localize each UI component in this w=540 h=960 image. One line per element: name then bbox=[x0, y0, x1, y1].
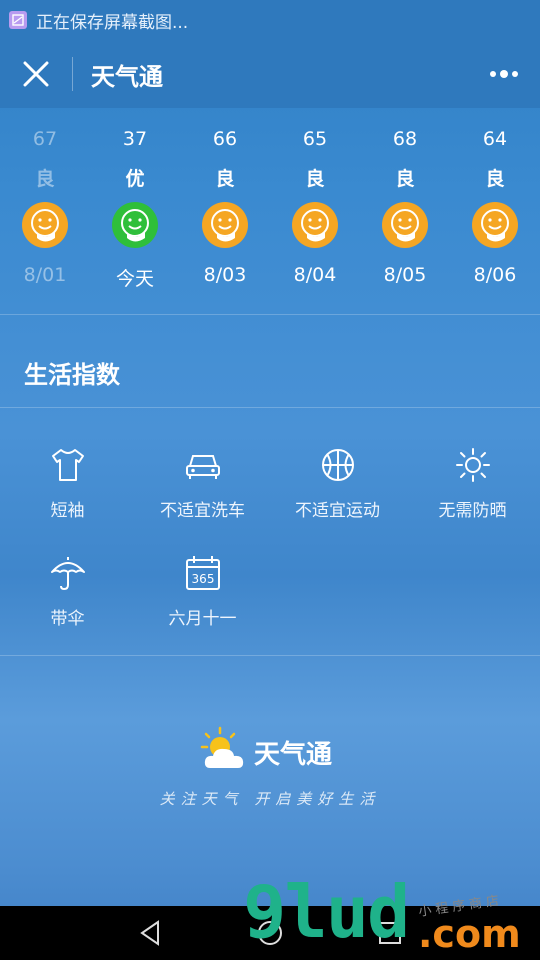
calendar-icon: 365 bbox=[184, 554, 222, 592]
forecast-date: 今天 bbox=[115, 268, 154, 290]
divider bbox=[0, 655, 540, 656]
basketball-icon bbox=[319, 446, 357, 484]
aqi-level: 良 bbox=[485, 168, 505, 190]
more-dot bbox=[490, 71, 496, 77]
brand-slogan: 关注天气 开启美好生活 bbox=[159, 790, 381, 808]
aqi-value: 37 bbox=[122, 128, 148, 150]
life-index-label: 不适宜洗车 bbox=[160, 501, 245, 521]
life-index-label: 不适宜运动 bbox=[295, 501, 380, 521]
air-quality-face-icon bbox=[22, 202, 68, 248]
weather-logo-icon bbox=[200, 726, 244, 768]
aqi-forecast: 67 良 8/01 37 优今天 66 良 8/03 65 良 8/04 68 良 8/05 64 良 8/06 bbox=[0, 108, 540, 314]
life-index-label: 带伞 bbox=[50, 609, 85, 629]
aqi-value: 66 bbox=[212, 128, 238, 150]
forecast-date: 8/01 bbox=[23, 264, 67, 286]
aqi-value: 64 bbox=[482, 128, 508, 150]
life-index-label: 短袖 bbox=[50, 501, 85, 521]
air-quality-face-icon bbox=[112, 202, 158, 248]
life-index-label: 六月十一 bbox=[168, 609, 237, 629]
tshirt-icon bbox=[49, 446, 87, 484]
air-quality-face-icon bbox=[382, 202, 428, 248]
air-quality-face-icon bbox=[202, 202, 248, 248]
close-button[interactable] bbox=[0, 40, 72, 108]
aqi-value: 68 bbox=[392, 128, 418, 150]
status-bar: 正在保存屏幕截图... bbox=[0, 0, 540, 40]
aqi-level: 良 bbox=[35, 168, 55, 190]
air-quality-face-icon bbox=[472, 202, 518, 248]
brand-name: 天气通 bbox=[254, 740, 333, 770]
brand-footer: 天气通 关注天气 开启美好生活 bbox=[0, 726, 540, 836]
sun-icon bbox=[454, 446, 492, 484]
forecast-date: 8/05 bbox=[383, 264, 427, 286]
more-dot bbox=[512, 71, 518, 77]
back-icon[interactable] bbox=[136, 918, 166, 948]
status-text: 正在保存屏幕截图... bbox=[36, 12, 189, 33]
close-icon bbox=[23, 61, 49, 87]
divider bbox=[0, 314, 540, 315]
more-dot bbox=[500, 70, 508, 78]
top-nav-bar: 天气通 bbox=[0, 40, 540, 108]
forecast-date: 8/06 bbox=[473, 264, 517, 286]
aqi-level: 良 bbox=[305, 168, 325, 190]
aqi-value: 65 bbox=[302, 128, 328, 150]
umbrella-icon bbox=[49, 554, 87, 592]
more-options-button[interactable] bbox=[486, 60, 522, 88]
page-title: 天气通 bbox=[91, 62, 163, 91]
forecast-date: 8/04 bbox=[293, 264, 337, 286]
car-icon bbox=[184, 446, 222, 484]
life-index-title: 生活指数 bbox=[24, 361, 120, 389]
nav-divider bbox=[72, 57, 73, 91]
watermark-suffix: .com bbox=[418, 912, 521, 956]
divider bbox=[0, 407, 540, 408]
forecast-date: 8/03 bbox=[203, 264, 247, 286]
calendar-number: 365 bbox=[192, 572, 215, 586]
aqi-level: 良 bbox=[395, 168, 415, 190]
aqi-level: 良 bbox=[215, 168, 235, 190]
aqi-level: 优 bbox=[125, 168, 145, 190]
air-quality-face-icon bbox=[292, 202, 338, 248]
aqi-value: 67 bbox=[32, 128, 58, 150]
watermark-logo: 9lud bbox=[243, 870, 410, 954]
life-index-label: 无需防晒 bbox=[438, 501, 507, 521]
screenshot-notification-icon bbox=[9, 11, 27, 29]
